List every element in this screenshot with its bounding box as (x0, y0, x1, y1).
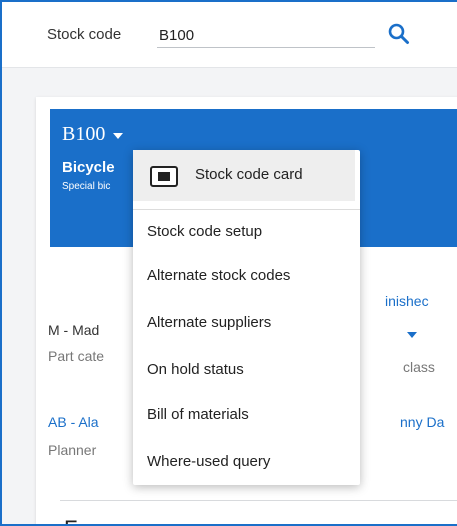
menu-item-bill-of-materials[interactable]: Bill of materials (147, 406, 249, 423)
stock-code-label: Stock code (47, 26, 122, 43)
search-icon[interactable] (386, 21, 412, 47)
menu-item-alternate-suppliers[interactable]: Alternate suppliers (147, 314, 271, 331)
menu-divider (133, 209, 360, 210)
card-icon (150, 166, 178, 187)
section-title: F ... (64, 516, 102, 524)
search-bar: Stock code (2, 2, 457, 68)
stock-code-title: B100 (62, 123, 106, 145)
caret-down-icon[interactable] (407, 332, 417, 338)
menu-item-stock-code-setup[interactable]: Stock code setup (147, 223, 262, 240)
part-category-value: M - Mad (48, 322, 100, 338)
caret-down-icon (113, 132, 124, 139)
planner-value[interactable]: AB - Ala (48, 414, 99, 430)
part-category-label: Part cate (48, 348, 105, 364)
menu-item-label: Stock code card (195, 166, 303, 183)
section-divider (60, 500, 457, 501)
menu-item-where-used-query[interactable]: Where-used query (147, 453, 270, 470)
stock-description: Bicycle (62, 159, 115, 176)
stock-code-menu: Stock code card Stock code setup Alterna… (133, 150, 360, 485)
stock-long-description: Special bic (62, 181, 111, 192)
product-class-label: class (403, 359, 435, 375)
stock-code-dropdown[interactable]: B100 (62, 123, 124, 146)
planner-label: Planner (48, 442, 97, 458)
app-frame: Stock code B100 Bicycle Special bic M - … (0, 0, 457, 526)
stock-code-input[interactable] (157, 20, 375, 48)
menu-item-on-hold-status[interactable]: On hold status (147, 361, 244, 378)
menu-item-stock-code-card[interactable]: Stock code card (133, 150, 355, 201)
buyer-value[interactable]: nny Da (400, 414, 444, 430)
product-class-value[interactable]: inishec (385, 293, 429, 309)
menu-item-alternate-stock-codes[interactable]: Alternate stock codes (147, 267, 290, 284)
